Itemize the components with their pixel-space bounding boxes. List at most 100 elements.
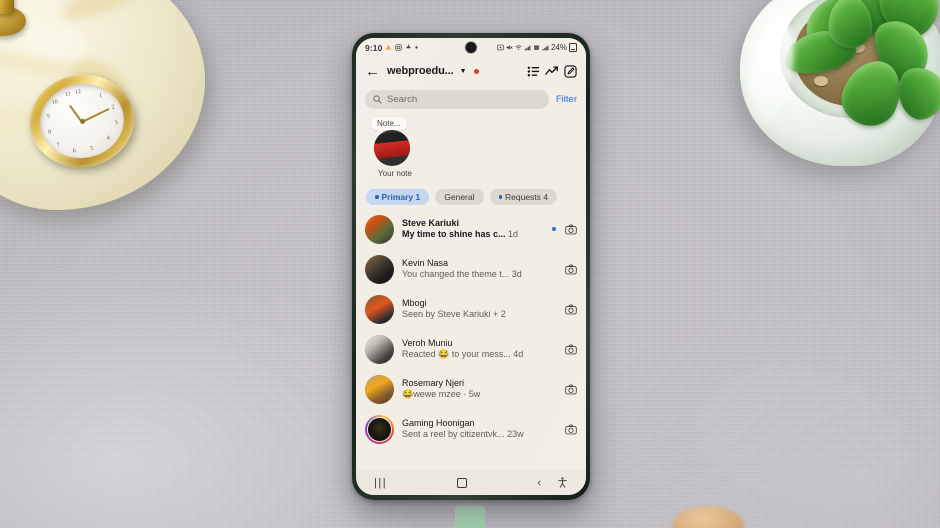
message-time: 3d	[511, 268, 522, 279]
message-preview: My time to shine has c... 1d	[402, 229, 544, 241]
inbox-tabs: Primary 1 General Requests 4	[356, 185, 586, 209]
account-notification-dot	[473, 68, 479, 74]
home-button[interactable]	[457, 477, 468, 488]
avatar-image-detail	[374, 139, 410, 160]
contact-name: Kevin Nasa	[402, 257, 449, 268]
clock-minute-hand	[81, 107, 110, 123]
recents-button[interactable]: |||	[374, 477, 387, 489]
list-item[interactable]: Veroh Muniu Reacted 😂 to your mess... 4d	[356, 329, 586, 369]
list-item-text: Steve Kariuki My time to shine has c... …	[402, 218, 544, 241]
camera-icon[interactable]	[565, 304, 577, 315]
message-preview-text: My time to shine has c...	[402, 228, 506, 239]
list-item-text: Kevin Nasa You changed the theme t... 3d	[402, 258, 544, 281]
app-header: ← webproedu... ▼	[356, 57, 586, 85]
message-requests-list-icon[interactable]	[527, 65, 540, 78]
clock-tick: 1	[98, 92, 103, 100]
contact-name: Steve Kariuki	[402, 217, 460, 228]
camera-icon[interactable]	[565, 344, 577, 355]
pebble	[814, 76, 828, 86]
avatar[interactable]	[365, 294, 394, 324]
compose-new-message-icon[interactable]	[564, 64, 577, 78]
accessibility-button[interactable]	[557, 477, 568, 488]
mute-icon	[506, 45, 513, 50]
clock-tick: 3	[114, 120, 119, 127]
clock-tick: 11	[64, 91, 72, 98]
avatar-image	[365, 374, 394, 404]
list-item-actions	[552, 264, 578, 275]
list-item-text: Gaming Hoonigan Sent a reel by citizentv…	[402, 418, 544, 441]
tab-primary[interactable]: Primary 1	[366, 189, 430, 205]
instagram-direct-screen: 9:10 24% ← webproedu... ▼ Search Filter …	[356, 38, 586, 495]
avatar-image	[365, 214, 394, 244]
your-note-label: Your note	[378, 169, 412, 178]
clock-center-pin	[79, 118, 85, 124]
camera-icon[interactable]	[565, 424, 577, 435]
list-item-actions	[552, 424, 578, 435]
camera-icon[interactable]	[565, 224, 577, 235]
message-list[interactable]: Steve Kariuki My time to shine has c... …	[356, 209, 586, 470]
camera-icon[interactable]	[565, 264, 577, 275]
status-bar-left: 9:10	[365, 43, 419, 53]
avatar-image	[365, 294, 394, 324]
message-preview: You changed the theme t... 3d	[402, 269, 544, 281]
tab-general-label: General	[444, 192, 475, 202]
clock-tick: 4	[106, 135, 111, 143]
avatar[interactable]	[365, 214, 394, 244]
clock-gold-pen	[0, 0, 14, 14]
insights-trending-icon[interactable]	[545, 65, 559, 78]
message-preview: 😂wewe mzee · 5w	[402, 389, 544, 401]
tab-requests-label: Requests 4	[505, 192, 548, 202]
avatar[interactable]	[374, 130, 410, 166]
message-preview-text: Reacted 😂 to your mess...	[402, 348, 511, 359]
message-preview-text: 😂wewe mzee ·	[402, 388, 467, 399]
list-item[interactable]: Steve Kariuki My time to shine has c... …	[356, 209, 586, 249]
marble-vein	[28, 28, 88, 62]
clock-tick: 12	[74, 89, 82, 96]
tab-general[interactable]: General	[435, 189, 484, 205]
tab-requests[interactable]: Requests 4	[489, 189, 557, 205]
search-placeholder: Search	[387, 93, 418, 105]
account-name-title[interactable]: webproedu...	[387, 65, 454, 77]
status-bar: 9:10 24%	[356, 38, 586, 57]
back-arrow-icon[interactable]: ←	[365, 64, 380, 79]
clock-tick: 7	[56, 142, 61, 150]
avatar[interactable]	[365, 334, 394, 364]
avatar[interactable]	[365, 374, 394, 404]
contact-name: Veroh Muniu	[402, 337, 453, 348]
notes-tray: Note... Your note	[356, 113, 586, 185]
battery-percent-label: 24%	[550, 43, 567, 52]
phone-screen-bezel: 9:10 24% ← webproedu... ▼ Search Filter …	[356, 38, 586, 495]
tab-dot-icon	[375, 195, 379, 199]
smartphone: 9:10 24% ← webproedu... ▼ Search Filter …	[352, 33, 590, 500]
list-item[interactable]: Rosemary Njeri 😂wewe mzee · 5w	[356, 369, 586, 409]
message-preview: Sent a reel by citizentvk... 23w	[402, 429, 544, 441]
status-bar-right: 24%	[497, 43, 577, 52]
avatar[interactable]	[365, 414, 394, 444]
clock-tick: 5	[89, 145, 94, 152]
message-preview: Seen by Steve Kariuki + 2	[402, 309, 544, 321]
avatar-image	[365, 334, 394, 364]
note-bubble[interactable]: Note...	[371, 117, 407, 132]
filter-button[interactable]: Filter	[556, 94, 577, 105]
list-item[interactable]: Gaming Hoonigan Sent a reel by citizentv…	[356, 409, 586, 449]
avatar-image	[365, 254, 394, 284]
avatar[interactable]	[365, 254, 394, 284]
message-time: 4d	[513, 348, 524, 359]
message-preview-text: Sent a reel by citizentvk...	[402, 428, 505, 439]
list-item[interactable]: Mbogi Seen by Steve Kariuki + 2	[356, 289, 586, 329]
list-item[interactable]: Kevin Nasa You changed the theme t... 3d	[356, 249, 586, 289]
back-button[interactable]: ‹	[537, 477, 541, 489]
dot-icon	[415, 46, 419, 49]
signal-icon	[524, 45, 531, 51]
search-input[interactable]: Search	[365, 89, 549, 109]
battery-icon	[569, 43, 577, 52]
camera-icon[interactable]	[565, 384, 577, 395]
search-icon	[373, 94, 382, 104]
wifi-icon	[515, 45, 522, 51]
tab-dot-icon	[498, 195, 502, 199]
chevron-down-icon[interactable]: ▼	[460, 68, 467, 75]
signal2-icon	[542, 45, 549, 51]
message-preview-text: You changed the theme t...	[402, 268, 510, 279]
contact-name: Mbogi	[402, 297, 427, 308]
search-row: Search Filter	[356, 85, 586, 113]
